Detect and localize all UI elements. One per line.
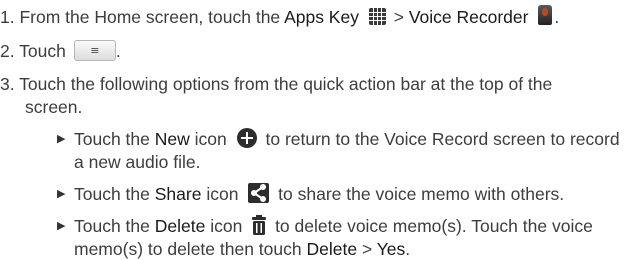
voice-recorder-icon <box>538 5 553 26</box>
period: . <box>405 239 411 259</box>
bullet-text: a new audio file. <box>74 152 201 172</box>
period: . <box>554 7 560 27</box>
delete-label: Delete <box>306 239 358 259</box>
bullet-text: Touch the <box>74 216 155 236</box>
step-number: 1. <box>0 7 15 27</box>
bullet-new-continued: a new audio file. <box>74 151 200 173</box>
delete-label: Delete <box>154 216 206 236</box>
step-3-continued: screen. <box>25 96 82 118</box>
bullet-text: to share the voice memo with others. <box>273 184 565 204</box>
step-1: 1. From the Home screen, touch the Apps … <box>0 5 560 28</box>
voice-recorder-label: Voice Recorder <box>408 7 529 27</box>
period: . <box>115 41 121 61</box>
bullet-delete: Touch the Delete icon to delete voice me… <box>74 215 593 237</box>
bullet-delete-continued: memo(s) to delete then touch Delete > Ye… <box>74 238 410 260</box>
bullet-new: Touch the New icon to return to the Voic… <box>74 128 620 150</box>
bullet-text: memo(s) to delete then touch <box>74 239 307 259</box>
step-text: Touch the following options from the qui… <box>19 74 553 94</box>
bullet-arrow: ▶ <box>57 133 66 145</box>
trash-icon <box>252 215 267 236</box>
bullet-text: Touch the <box>74 184 155 204</box>
bullet-share: Touch the Share icon to share the voice … <box>74 183 564 205</box>
icon-word: icon <box>194 129 227 149</box>
step-number: 3. <box>0 74 15 94</box>
share-icon <box>248 183 270 204</box>
menu-key-icon: ≡ <box>73 39 116 61</box>
apps-grid-icon <box>368 7 386 25</box>
step-3: 3. Touch the following options from the … <box>0 73 552 95</box>
step-number: 2. <box>0 41 15 61</box>
step-text: screen. <box>25 97 83 117</box>
circle-plus-icon <box>236 128 257 149</box>
apps-key-label: Apps Key <box>284 7 359 27</box>
yes-label: Yes <box>376 239 406 259</box>
step-text: From the Home screen, touch the <box>19 7 285 27</box>
separator: > <box>393 7 409 27</box>
new-label: New <box>154 129 190 149</box>
bullet-arrow: ▶ <box>57 220 66 232</box>
share-label: Share <box>154 184 202 204</box>
separator: > <box>357 239 377 259</box>
bullet-text: to delete voice memo(s). Touch the voice <box>270 216 593 236</box>
bullet-arrow: ▶ <box>57 188 66 200</box>
bullet-text: Touch the <box>74 129 155 149</box>
icon-word: icon <box>206 184 239 204</box>
icon-word: icon <box>210 216 243 236</box>
step-2: 2. Touch ≡. <box>0 39 121 63</box>
step-text: Touch <box>19 41 66 61</box>
bullet-text: to return to the Voice Record screen to … <box>260 129 620 149</box>
